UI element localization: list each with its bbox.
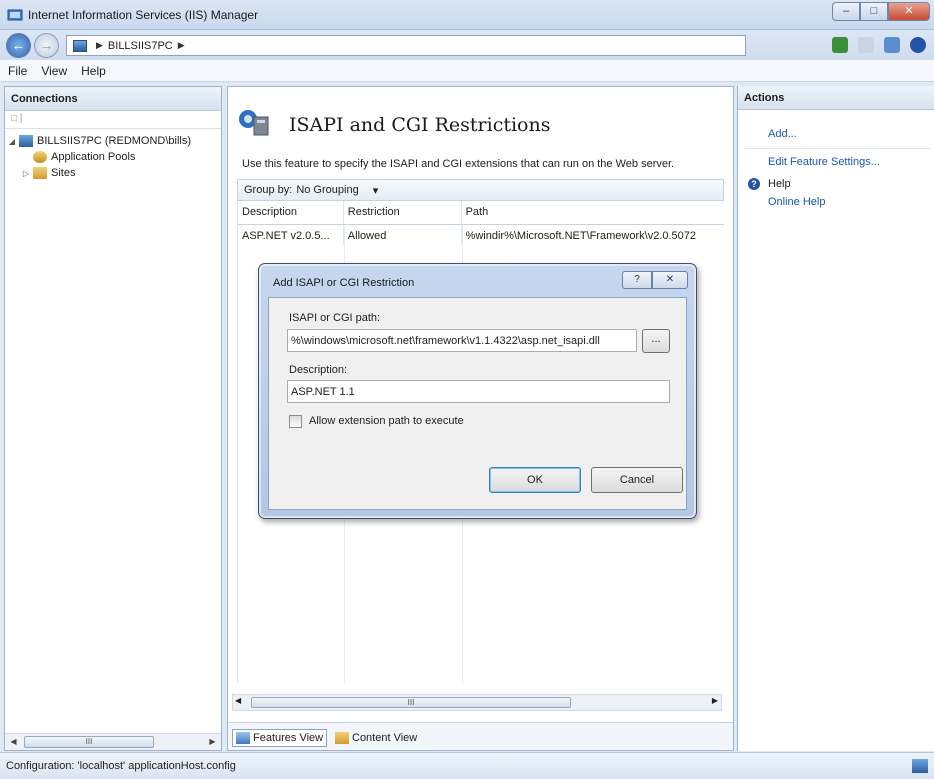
toolbar-icons: [832, 37, 926, 53]
tree-item-label: Application Pools: [51, 151, 136, 163]
status-bar: Configuration: 'localhost' applicationHo…: [0, 752, 934, 779]
features-view-icon: [236, 732, 250, 744]
allow-execute-checkbox[interactable]: [289, 415, 302, 428]
column-header-description[interactable]: Description: [238, 201, 344, 224]
menu-help[interactable]: Help: [81, 64, 106, 78]
dialog-help-button[interactable]: ?: [622, 271, 652, 289]
tree-item-label: Sites: [51, 167, 76, 179]
group-by-bar: Group by: No Grouping ▾: [237, 179, 724, 201]
minimize-button[interactable]: –: [832, 2, 860, 21]
window-title: Internet Information Services (IIS) Mana…: [28, 8, 259, 22]
content-view-icon: [335, 732, 349, 744]
breadcrumb-arrow-icon[interactable]: ▶: [178, 40, 185, 51]
tree-item-label: BILLSIIS7PC (REDMOND\bills): [37, 135, 192, 147]
scroll-right-icon[interactable]: ▶: [204, 734, 221, 750]
cell-description: ASP.NET v2.0.5...: [238, 225, 344, 245]
stop-icon[interactable]: [858, 37, 874, 53]
status-text: Configuration: 'localhost' applicationHo…: [6, 760, 236, 772]
tab-label: Features View: [253, 732, 324, 744]
divider: [744, 148, 930, 149]
dialog-title: Add ISAPI or CGI Restriction: [273, 277, 415, 289]
back-button[interactable]: ←: [6, 33, 31, 58]
page-title: ISAPI and CGI Restrictions: [289, 114, 551, 136]
tree-item-sites[interactable]: ▷ Sites: [7, 165, 219, 181]
maximize-button[interactable]: □: [860, 2, 888, 21]
table-row[interactable]: ASP.NET v2.0.5... Allowed %windir%\Micro…: [238, 225, 724, 245]
address-bar: ← → ▶ BILLSIIS7PC ▶: [0, 30, 934, 60]
sites-folder-icon: [33, 167, 47, 179]
tab-label: Content View: [352, 732, 418, 744]
title-bar: Internet Information Services (IIS) Mana…: [0, 0, 934, 30]
actions-header: Actions: [738, 86, 934, 110]
isapi-feature-icon: [239, 110, 269, 136]
breadcrumb[interactable]: ▶ BILLSIIS7PC ▶: [66, 35, 746, 56]
menu-view[interactable]: View: [41, 64, 67, 78]
column-header-restriction[interactable]: Restriction: [344, 201, 462, 224]
collapse-icon[interactable]: ◢: [7, 137, 17, 146]
ok-button[interactable]: OK: [489, 467, 581, 493]
group-by-select[interactable]: No Grouping ▾: [296, 184, 382, 197]
toolbar-divider: |: [19, 113, 23, 124]
connect-icon[interactable]: □: [11, 113, 17, 124]
action-online-help-link[interactable]: Online Help: [768, 196, 825, 208]
cell-path: %windir%\Microsoft.NET\Framework\v2.0.50…: [465, 230, 697, 242]
window-controls: – □ ✕: [832, 2, 930, 21]
description-input[interactable]: ASP.NET 1.1: [287, 380, 670, 403]
iis-app-icon: [7, 9, 23, 21]
group-by-value: No Grouping: [296, 183, 359, 196]
action-edit-feature-settings-link[interactable]: Edit Feature Settings...: [768, 156, 880, 168]
tab-content-view[interactable]: Content View: [332, 729, 420, 747]
home-icon[interactable]: [884, 37, 900, 53]
actions-pane: Actions Add... Edit Feature Settings... …: [737, 86, 934, 751]
path-input[interactable]: %\windows\microsoft.net\framework\v1.1.4…: [287, 329, 637, 352]
server-status-icon: [912, 759, 928, 773]
menu-file[interactable]: File: [8, 64, 27, 78]
forward-button[interactable]: →: [34, 33, 59, 58]
scroll-right-icon[interactable]: ▶: [712, 696, 718, 705]
app-pool-icon: [33, 151, 47, 163]
cancel-button[interactable]: Cancel: [591, 467, 683, 493]
expand-icon[interactable]: ▷: [21, 169, 31, 178]
cell-restriction: Allowed: [344, 225, 462, 245]
server-icon: [73, 39, 87, 52]
breadcrumb-server[interactable]: BILLSIIS7PC: [108, 40, 173, 52]
description-label: Description:: [289, 364, 348, 376]
browse-button[interactable]: ...: [642, 329, 670, 353]
table-header: Description Restriction Path: [238, 201, 724, 225]
allow-execute-label[interactable]: Allow extension path to execute: [309, 415, 464, 427]
feature-description: Use this feature to specify the ISAPI an…: [242, 158, 675, 170]
path-label: ISAPI or CGI path:: [289, 312, 381, 324]
breadcrumb-separator-icon: ▶: [96, 40, 103, 50]
tab-features-view[interactable]: Features View: [232, 729, 328, 747]
help-section-label[interactable]: Help: [768, 178, 791, 190]
server-icon: [19, 135, 33, 147]
connections-scrollbar[interactable]: ◀ III ▶: [5, 733, 221, 750]
help-icon[interactable]: [910, 37, 926, 53]
tree-item-server[interactable]: ◢ BILLSIIS7PC (REDMOND\bills): [7, 133, 219, 149]
connections-tree: ◢ BILLSIIS7PC (REDMOND\bills) Applicatio…: [5, 129, 221, 185]
dialog-controls: ? ✕: [622, 271, 688, 289]
menu-bar: File View Help: [0, 60, 934, 82]
connections-header: Connections: [5, 87, 221, 111]
dialog-close-button[interactable]: ✕: [652, 271, 688, 289]
scroll-left-icon[interactable]: ◀: [5, 734, 22, 750]
dropdown-arrow-icon: ▾: [372, 184, 379, 197]
connections-toolbar: □ |: [5, 111, 221, 129]
column-header-path[interactable]: Path: [462, 201, 724, 224]
help-icon: ?: [748, 178, 760, 190]
action-add-link[interactable]: Add...: [768, 128, 797, 140]
add-restriction-dialog: Add ISAPI or CGI Restriction ? ✕ ISAPI o…: [258, 263, 697, 519]
group-by-label: Group by:: [244, 184, 293, 196]
tree-item-application-pools[interactable]: Application Pools: [7, 149, 219, 165]
close-window-button[interactable]: ✕: [888, 2, 930, 21]
table-scrollbar[interactable]: ◀ III ▶: [232, 694, 722, 711]
refresh-icon[interactable]: [832, 37, 848, 53]
view-tabs: Features View Content View: [228, 722, 733, 750]
scroll-thumb[interactable]: III: [251, 697, 571, 708]
connections-pane: Connections □ | ◢ BILLSIIS7PC (REDMOND\b…: [4, 86, 222, 751]
dialog-body: ISAPI or CGI path: %\windows\microsoft.n…: [268, 297, 687, 510]
scroll-thumb[interactable]: III: [24, 736, 154, 748]
scroll-left-icon[interactable]: ◀: [235, 696, 241, 705]
